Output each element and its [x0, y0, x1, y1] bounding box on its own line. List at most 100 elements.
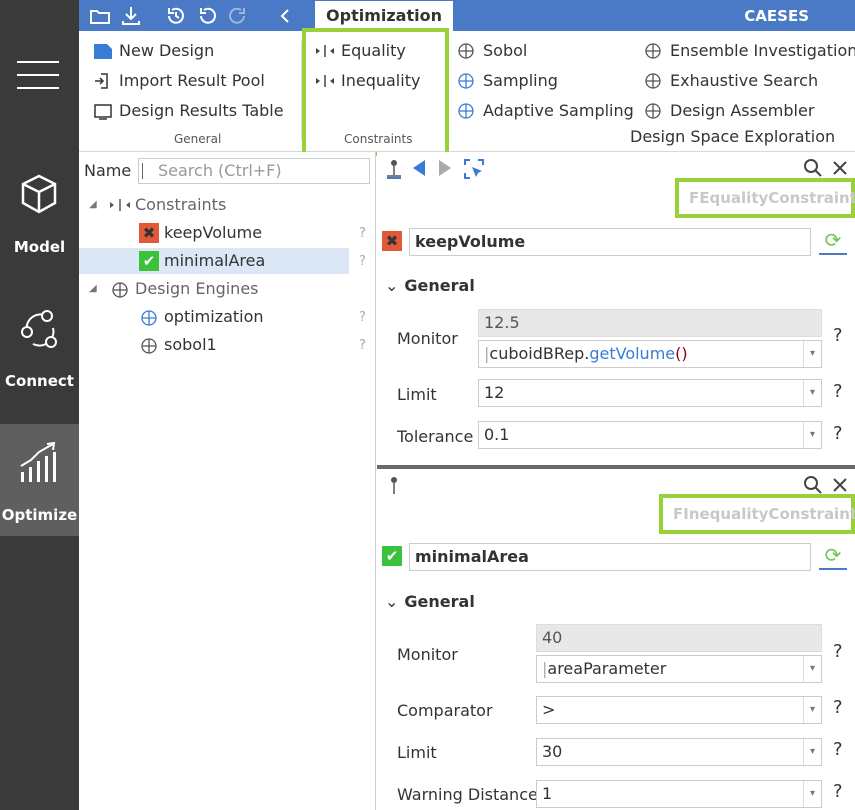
app-brand: CAESES — [744, 7, 809, 25]
monitor-label: Monitor — [397, 645, 458, 664]
help-icon[interactable]: ? — [359, 226, 366, 241]
help-icon[interactable]: ? — [359, 254, 366, 269]
search-icon[interactable] — [803, 475, 823, 495]
section-general[interactable]: ⌄ General — [385, 276, 475, 295]
comparator-label: Comparator — [397, 701, 493, 720]
help-icon[interactable]: ? — [833, 641, 843, 662]
tree-row-label: keepVolume — [164, 223, 263, 242]
exhaustive-search-button[interactable]: Exhaustive Search — [644, 69, 818, 93]
chevron-down-icon[interactable]: ▾ — [803, 341, 821, 367]
limit-field[interactable]: 30 ▾ — [536, 738, 822, 766]
help-icon[interactable]: ? — [833, 423, 843, 444]
ribbon: New Design Import Result Pool Design Res… — [79, 28, 855, 156]
design-results-table-label: Design Results Table — [119, 101, 284, 120]
chevron-down-icon[interactable]: ▾ — [803, 656, 821, 682]
collapse-icon[interactable]: ◢ — [89, 192, 97, 218]
ensemble-icon — [645, 43, 661, 59]
new-design-label: New Design — [119, 41, 215, 60]
chevron-down-icon: ⌄ — [385, 276, 399, 295]
chevron-down-icon[interactable]: ▾ — [803, 697, 821, 723]
import-result-pool-button[interactable]: Import Result Pool — [93, 69, 265, 93]
refresh-icon[interactable]: ⟳ — [819, 227, 847, 255]
help-icon[interactable]: ? — [833, 325, 843, 346]
select-target-icon[interactable] — [463, 158, 485, 180]
tab-optimization[interactable]: Optimization — [315, 1, 453, 31]
undo-icon[interactable] — [196, 5, 218, 27]
forward-icon[interactable] — [437, 159, 453, 177]
import-result-pool-label: Import Result Pool — [119, 71, 265, 90]
tree-row-sobol1[interactable]: sobol1 — [79, 332, 349, 358]
collapse-ribbon-icon[interactable] — [274, 5, 296, 27]
constraints-highlight — [302, 28, 449, 156]
optimization-engine-icon — [141, 310, 157, 326]
ok-status-icon: ✔ — [382, 546, 402, 566]
monitor-expression-field[interactable]: |areaParameter ▾ — [536, 655, 822, 683]
design-engine-icon — [112, 282, 128, 298]
new-design-icon — [94, 44, 112, 59]
tree-row-keepvolume[interactable]: ✖ keepVolume — [79, 220, 349, 246]
tree-row-label: Constraints — [135, 195, 227, 214]
help-icon[interactable]: ? — [833, 697, 843, 718]
monitor-expression-field[interactable]: |cuboidBRep.getVolume() ▾ — [478, 340, 822, 368]
exhaustive-search-label: Exhaustive Search — [670, 71, 819, 90]
redo-icon[interactable] — [227, 5, 249, 27]
open-folder-icon[interactable] — [89, 5, 111, 27]
sampling-button[interactable]: Sampling — [457, 69, 558, 93]
save-icon[interactable] — [120, 5, 142, 27]
error-status-icon: ✖ — [382, 231, 402, 251]
title-bar: Optimization CAESES — [79, 0, 855, 31]
close-icon[interactable] — [833, 478, 847, 492]
chevron-down-icon[interactable]: ▾ — [803, 422, 821, 448]
comparator-select[interactable]: > ▾ — [536, 696, 822, 724]
tree-row-constraints[interactable]: ◢ Constraints — [79, 192, 349, 218]
tolerance-value: 0.1 — [484, 425, 510, 444]
help-icon[interactable]: ? — [359, 338, 366, 353]
design-assembler-button[interactable]: Design Assembler — [644, 99, 814, 123]
design-results-table-button[interactable]: Design Results Table — [93, 99, 284, 123]
chevron-down-icon[interactable]: ▾ — [803, 739, 821, 765]
tree-row-minimalarea[interactable]: ✔ minimalArea — [79, 248, 349, 274]
back-icon[interactable] — [411, 159, 427, 177]
constraint-name-field[interactable]: keepVolume — [409, 228, 811, 256]
tree-row-optimization[interactable]: optimization — [79, 304, 349, 330]
ok-status-icon: ✔ — [139, 251, 159, 271]
hamburger-menu-icon[interactable] — [17, 61, 59, 91]
ensemble-investigation-button[interactable]: Ensemble Investigation — [644, 39, 855, 63]
close-icon[interactable] — [833, 161, 847, 175]
sidebar-item-connect[interactable]: Connect — [0, 290, 79, 402]
sidebar-item-optimize[interactable]: Optimize — [0, 424, 79, 536]
tree-row-design-engines[interactable]: ◢ Design Engines — [79, 276, 349, 302]
search-icon[interactable] — [803, 158, 823, 178]
limit-field[interactable]: 12 ▾ — [478, 379, 822, 407]
new-design-button[interactable]: New Design — [93, 39, 214, 63]
monitor-label: Monitor — [397, 329, 458, 348]
tolerance-field[interactable]: 0.1 ▾ — [478, 421, 822, 449]
collapse-icon[interactable]: ◢ — [89, 276, 97, 302]
section-general[interactable]: ⌄ General — [385, 592, 475, 611]
tree-search-input[interactable]: Search (Ctrl+F) — [138, 158, 370, 184]
sidebar-item-model[interactable]: Model — [0, 156, 79, 268]
sampling-label: Sampling — [483, 71, 558, 90]
help-icon[interactable]: ? — [833, 739, 843, 760]
sobol-label: Sobol — [483, 41, 528, 60]
comparator-value: > — [542, 700, 556, 719]
limit-value: 30 — [542, 742, 563, 761]
chart-icon — [20, 441, 56, 482]
sobol-button[interactable]: Sobol — [457, 39, 527, 63]
help-icon[interactable]: ? — [833, 781, 843, 802]
chevron-down-icon[interactable]: ▾ — [803, 380, 821, 406]
group-label-exploration: Design Space Exploration — [630, 127, 836, 146]
adaptive-sampling-button[interactable]: Adaptive Sampling — [457, 99, 634, 123]
refresh-icon[interactable]: ⟳ — [819, 542, 847, 570]
class-name-label: FInequalityConstraint — [659, 494, 855, 534]
chevron-down-icon[interactable]: ▾ — [803, 781, 821, 807]
help-icon[interactable]: ? — [833, 381, 843, 402]
pin-icon[interactable] — [385, 475, 403, 497]
history-icon[interactable] — [165, 5, 187, 27]
help-icon[interactable]: ? — [359, 310, 366, 325]
constraint-name-field[interactable]: minimalArea — [409, 543, 811, 571]
tolerance-label: Tolerance — [397, 427, 474, 446]
monitor-value: 40 — [536, 624, 822, 652]
warning-distance-field[interactable]: 1 ▾ — [536, 780, 822, 808]
pin-icon[interactable] — [385, 158, 403, 180]
